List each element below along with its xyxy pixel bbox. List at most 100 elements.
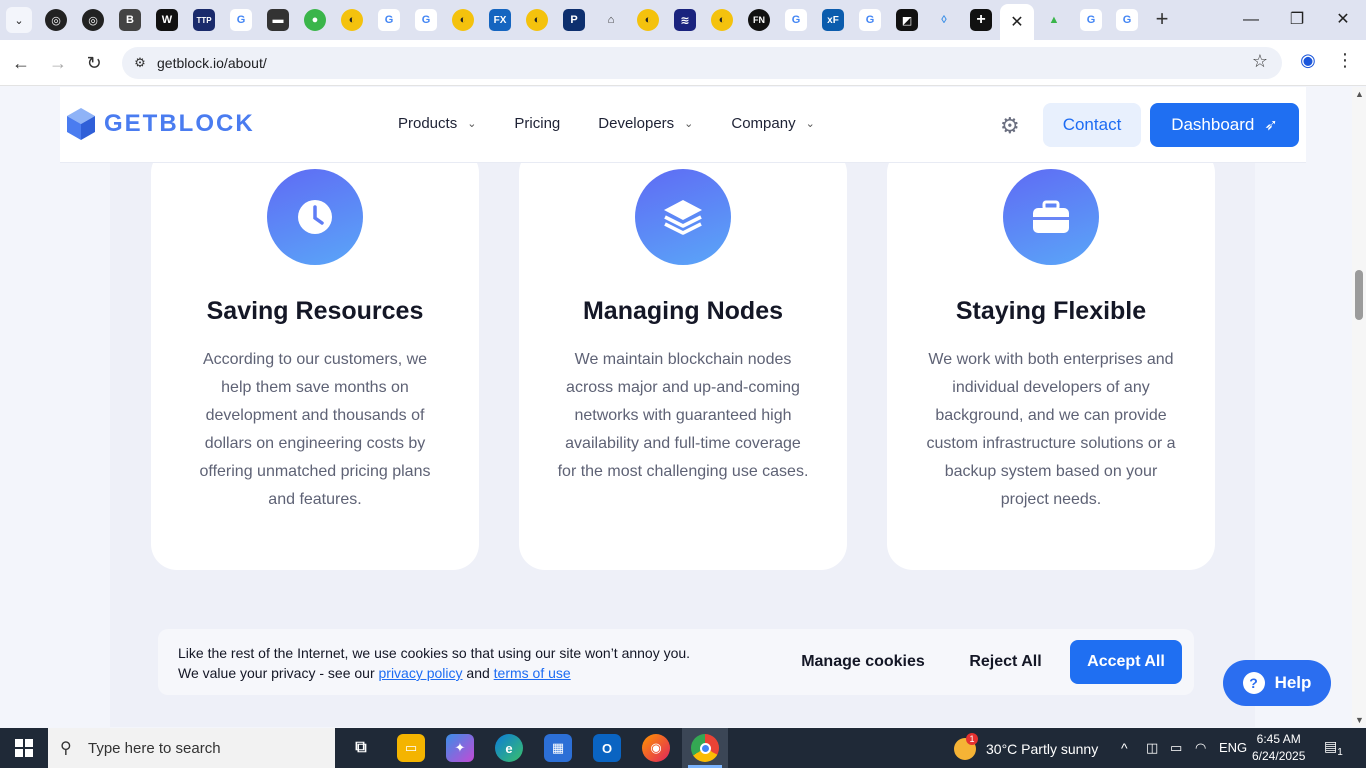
restore-button[interactable]: ❐ [1282, 8, 1312, 32]
reload-button[interactable]: ↻ [81, 50, 107, 76]
cookie-and: and [462, 665, 494, 681]
nav-label: Company [731, 115, 796, 132]
briefcase-icon [1003, 169, 1099, 265]
start-button[interactable] [0, 728, 48, 768]
nav-products[interactable]: Products ⌄ [398, 115, 476, 132]
battery-icon[interactable]: ▭ [1170, 740, 1182, 756]
privacy-policy-link[interactable]: privacy policy [379, 665, 463, 681]
language-indicator[interactable]: ENG [1219, 740, 1247, 755]
copilot-icon[interactable]: ✦ [446, 734, 474, 762]
forward-button[interactable]: → [45, 50, 71, 76]
site-header: GETBLOCK Products ⌄ Pricing Developers ⌄… [60, 87, 1306, 163]
card-saving-resources: Saving Resources According to our custom… [151, 147, 479, 570]
scroll-down-icon[interactable]: ▼ [1355, 715, 1364, 725]
tab-favicon-12[interactable]: P [563, 9, 585, 31]
taskbar-search-placeholder: Type here to search [88, 740, 221, 757]
tab-favicon-14[interactable]: ◐ [637, 9, 659, 31]
layers-icon [635, 169, 731, 265]
nav-developers[interactable]: Developers ⌄ [598, 115, 693, 132]
new-tab-button[interactable]: + [1150, 8, 1174, 32]
edge-icon[interactable]: e [495, 734, 523, 762]
bookmark-star-icon[interactable]: ☆ [1252, 51, 1268, 72]
tab-favicon-google-4[interactable]: G [785, 9, 807, 31]
card-description: We maintain blockchain nodes across majo… [557, 351, 809, 480]
browser-menu-icon[interactable]: ⋮ [1336, 50, 1354, 74]
partly-sunny-icon: 1 [954, 733, 978, 760]
reject-all-button[interactable]: Reject All [958, 641, 1053, 683]
chevron-up-icon[interactable]: ^ [1121, 740, 1128, 756]
taskbar-search[interactable]: ⚲ Type here to search [48, 728, 335, 768]
nav-company[interactable]: Company ⌄ [731, 115, 814, 132]
meet-now-icon[interactable]: ◫ [1146, 740, 1158, 756]
tab-favicon-15[interactable]: ≋ [674, 9, 696, 31]
back-button[interactable]: ← [8, 50, 34, 76]
tab-favicon-8[interactable]: ◐ [341, 9, 363, 31]
getblock-logo[interactable]: GETBLOCK [66, 107, 255, 141]
tab-favicon-3[interactable]: B [119, 9, 141, 31]
chevron-down-icon: ⌄ [684, 118, 694, 130]
tab-favicon-16[interactable]: ◐ [711, 9, 733, 31]
cookie-line-2: We value your privacy - see our privacy … [178, 663, 690, 683]
site-info-icon[interactable]: ⚙ [130, 53, 150, 73]
manage-cookies-button[interactable]: Manage cookies [788, 641, 938, 683]
tab-favicon-google-3[interactable]: G [415, 9, 437, 31]
clock-icon [267, 169, 363, 265]
chrome-icon[interactable] [691, 734, 719, 762]
tab-favicon-google-2[interactable]: G [378, 9, 400, 31]
terms-of-use-link[interactable]: terms of use [494, 665, 571, 681]
tab-favicon-18[interactable]: xF [822, 9, 844, 31]
tab-favicon-21[interactable]: + [970, 9, 992, 31]
chevron-down-icon: ⌄ [14, 14, 24, 27]
tab-favicon-4[interactable]: W [156, 9, 178, 31]
tab-favicon-6[interactable]: ▬ [267, 9, 289, 31]
tab-favicon-19[interactable]: ◩ [896, 9, 918, 31]
accept-all-button[interactable]: Accept All [1070, 640, 1182, 684]
profile-icon[interactable]: ◉ [1296, 50, 1320, 74]
tab-favicon-google-1[interactable]: G [230, 9, 252, 31]
minimize-button[interactable]: — [1236, 8, 1266, 32]
gear-icon[interactable]: ⚙ [1000, 113, 1020, 139]
tab-favicon-9[interactable]: ◐ [452, 9, 474, 31]
tab-favicon-13[interactable]: ⌂ [600, 9, 622, 31]
nav-pricing[interactable]: Pricing [514, 115, 560, 132]
dashboard-button[interactable]: Dashboard ➶ [1150, 103, 1299, 147]
store-icon[interactable]: ▦ [544, 734, 572, 762]
contact-button[interactable]: Contact [1043, 103, 1141, 147]
cookie-text: Like the rest of the Internet, we use co… [178, 643, 690, 683]
tab-favicon-google-7[interactable]: G [1116, 9, 1138, 31]
tab-search-button[interactable]: ⌄ [6, 7, 32, 33]
tab-favicon-2[interactable]: ◎ [82, 9, 104, 31]
clock[interactable]: 6:45 AM 6/24/2025 [1252, 731, 1305, 765]
scroll-up-icon[interactable]: ▲ [1355, 89, 1364, 99]
tab-favicon-20[interactable]: ◊ [933, 9, 955, 31]
file-explorer-icon[interactable]: ▭ [397, 734, 425, 762]
tab-favicon-11[interactable]: ◐ [526, 9, 548, 31]
url-text[interactable]: getblock.io/about/ [157, 55, 267, 71]
tab-favicon-google-5[interactable]: G [859, 9, 881, 31]
outlook-icon[interactable]: O [593, 734, 621, 762]
wifi-icon[interactable]: ◠ [1195, 740, 1206, 756]
nav-label: Developers [598, 115, 675, 132]
close-window-button[interactable]: ✕ [1328, 8, 1358, 32]
help-button[interactable]: ? Help [1223, 660, 1331, 706]
scroll-thumb[interactable] [1355, 270, 1363, 320]
cookie-line-2-prefix: We value your privacy - see our [178, 665, 379, 681]
address-bar[interactable]: ⚙ getblock.io/about/ ☆ [122, 47, 1282, 79]
weather-widget[interactable]: 1 30°C Partly sunny [954, 733, 1098, 760]
notification-icon[interactable]: ▤1 [1324, 738, 1343, 758]
page-scrollbar[interactable]: ▲ ▼ [1352, 87, 1366, 727]
clock-time: 6:45 AM [1256, 732, 1301, 746]
firefox-icon[interactable]: ◉ [642, 734, 670, 762]
tab-favicon-5[interactable]: TTP [193, 9, 215, 31]
dashboard-label: Dashboard [1171, 115, 1255, 134]
tab-favicon-17[interactable]: FN [748, 9, 770, 31]
tab-favicon-22[interactable]: ▲ [1043, 9, 1065, 31]
tab-favicon-google-6[interactable]: G [1080, 9, 1102, 31]
tab-strip: ⌄ ◎ ◎ B W TTP G ▬ ● ◐ G G ◐ FX ◐ P ⌂ ◐ ≋… [0, 0, 1366, 40]
tab-favicon-10[interactable]: FX [489, 9, 511, 31]
tab-favicon-1[interactable]: ◎ [45, 9, 67, 31]
active-tab[interactable]: ✕ [1000, 4, 1034, 40]
task-view-icon[interactable]: ⧉ [347, 734, 375, 762]
tab-favicon-7[interactable]: ● [304, 9, 326, 31]
close-tab-icon[interactable]: ✕ [1010, 12, 1023, 32]
